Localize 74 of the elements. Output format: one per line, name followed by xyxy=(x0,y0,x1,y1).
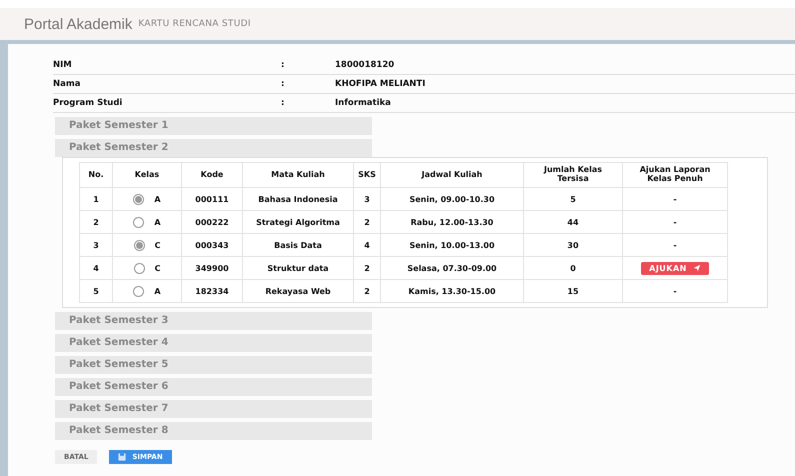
class-label: C xyxy=(154,240,160,250)
radio-button[interactable] xyxy=(133,194,144,204)
radio-button[interactable] xyxy=(134,262,145,274)
table-cell: 182334 xyxy=(182,280,242,302)
field-separator: : xyxy=(281,94,335,113)
field-label: Nama xyxy=(53,75,281,94)
table-cell: 3 xyxy=(80,234,112,256)
table-cell: 000343 xyxy=(182,234,242,256)
table-cell: 2 xyxy=(354,210,380,234)
table-cell: 5 xyxy=(524,188,622,210)
column-header: Ajukan Laporan Kelas Penuh xyxy=(622,162,728,188)
class-label: C xyxy=(154,264,160,272)
table-cell: Bahasa Indonesia xyxy=(242,188,354,210)
table-cell: 4 xyxy=(80,256,112,280)
column-header: Mata Kuliah xyxy=(242,162,354,188)
field-label: NIM xyxy=(53,56,281,75)
page-subtitle: KARTU RENCANA STUDI xyxy=(138,19,251,29)
radio-button[interactable] xyxy=(134,240,145,250)
column-header: Jadwal Kuliah xyxy=(380,162,524,188)
table-cell: Senin, 09.00-10.30 xyxy=(380,188,524,210)
semester-package-header[interactable]: Paket Semester 7 xyxy=(55,400,372,418)
table-cell: Struktur data xyxy=(242,256,354,280)
submit-button[interactable]: AJUKAN xyxy=(641,262,709,274)
table-cell: Rabu, 12.00-13.30 xyxy=(380,210,524,234)
table-cell: Rekayasa Web xyxy=(242,280,354,302)
class-label: A xyxy=(154,218,161,226)
semester-package-header[interactable]: Paket Semester 1 xyxy=(55,117,372,135)
table-cell: 000111 xyxy=(182,188,242,210)
column-header: No. xyxy=(80,162,112,188)
semester-package-header[interactable]: Paket Semester 4 xyxy=(55,334,372,352)
field-value: Informatika xyxy=(335,94,795,113)
table-cell: 3 xyxy=(354,188,380,210)
table-cell: 2 xyxy=(354,280,380,302)
semester-package-header[interactable]: Paket Semester 5 xyxy=(55,356,372,374)
radio-button[interactable] xyxy=(133,286,144,296)
column-header: Kelas xyxy=(112,162,182,188)
app-title: Portal Akademik xyxy=(24,16,132,32)
field-separator: : xyxy=(281,75,335,94)
table-cell: 2 xyxy=(354,256,380,280)
table-cell: Selasa, 07.30-09.00 xyxy=(380,256,524,280)
table-cell: 30 xyxy=(524,234,622,256)
empty-mark: - xyxy=(673,240,677,250)
table-cell: 000222 xyxy=(182,210,242,234)
table-cell: 349900 xyxy=(182,256,242,280)
table-cell: Senin, 10.00-13.00 xyxy=(380,234,524,256)
semester-package-header[interactable]: Paket Semester 8 xyxy=(55,422,372,440)
column-header: SKS xyxy=(354,162,380,188)
radio-button[interactable] xyxy=(133,216,144,228)
field-value: 1800018120 xyxy=(335,56,795,75)
class-label: A xyxy=(154,194,161,204)
table-cell: 5 xyxy=(80,280,112,302)
column-header: Jumlah Kelas Tersisa xyxy=(524,162,622,188)
field-label: Program Studi xyxy=(53,94,281,113)
table-cell: Strategi Algoritma xyxy=(242,210,354,234)
empty-mark: - xyxy=(673,194,677,204)
empty-mark: - xyxy=(673,286,677,296)
send-icon xyxy=(692,264,701,272)
table-cell: 1 xyxy=(80,188,112,210)
semester-package-header[interactable]: Paket Semester 2 xyxy=(55,139,372,157)
table-cell: 44 xyxy=(524,210,622,234)
column-header: Kode xyxy=(182,162,242,188)
semester-package-header[interactable]: Paket Semester 3 xyxy=(55,312,372,330)
table-cell: 2 xyxy=(80,210,112,234)
field-value: KHOFIPA MELIANTI xyxy=(335,75,795,94)
table-cell: Basis Data xyxy=(242,234,354,256)
table-cell: 0 xyxy=(524,256,622,280)
semester-package-header[interactable]: Paket Semester 6 xyxy=(55,378,372,396)
empty-mark: - xyxy=(673,218,677,226)
table-cell: Kamis, 13.30-15.00 xyxy=(380,280,524,302)
save-icon xyxy=(118,453,126,461)
class-label: A xyxy=(154,286,161,296)
table-cell: 15 xyxy=(524,280,622,302)
table-cell: 4 xyxy=(354,234,380,256)
field-separator: : xyxy=(281,56,335,75)
